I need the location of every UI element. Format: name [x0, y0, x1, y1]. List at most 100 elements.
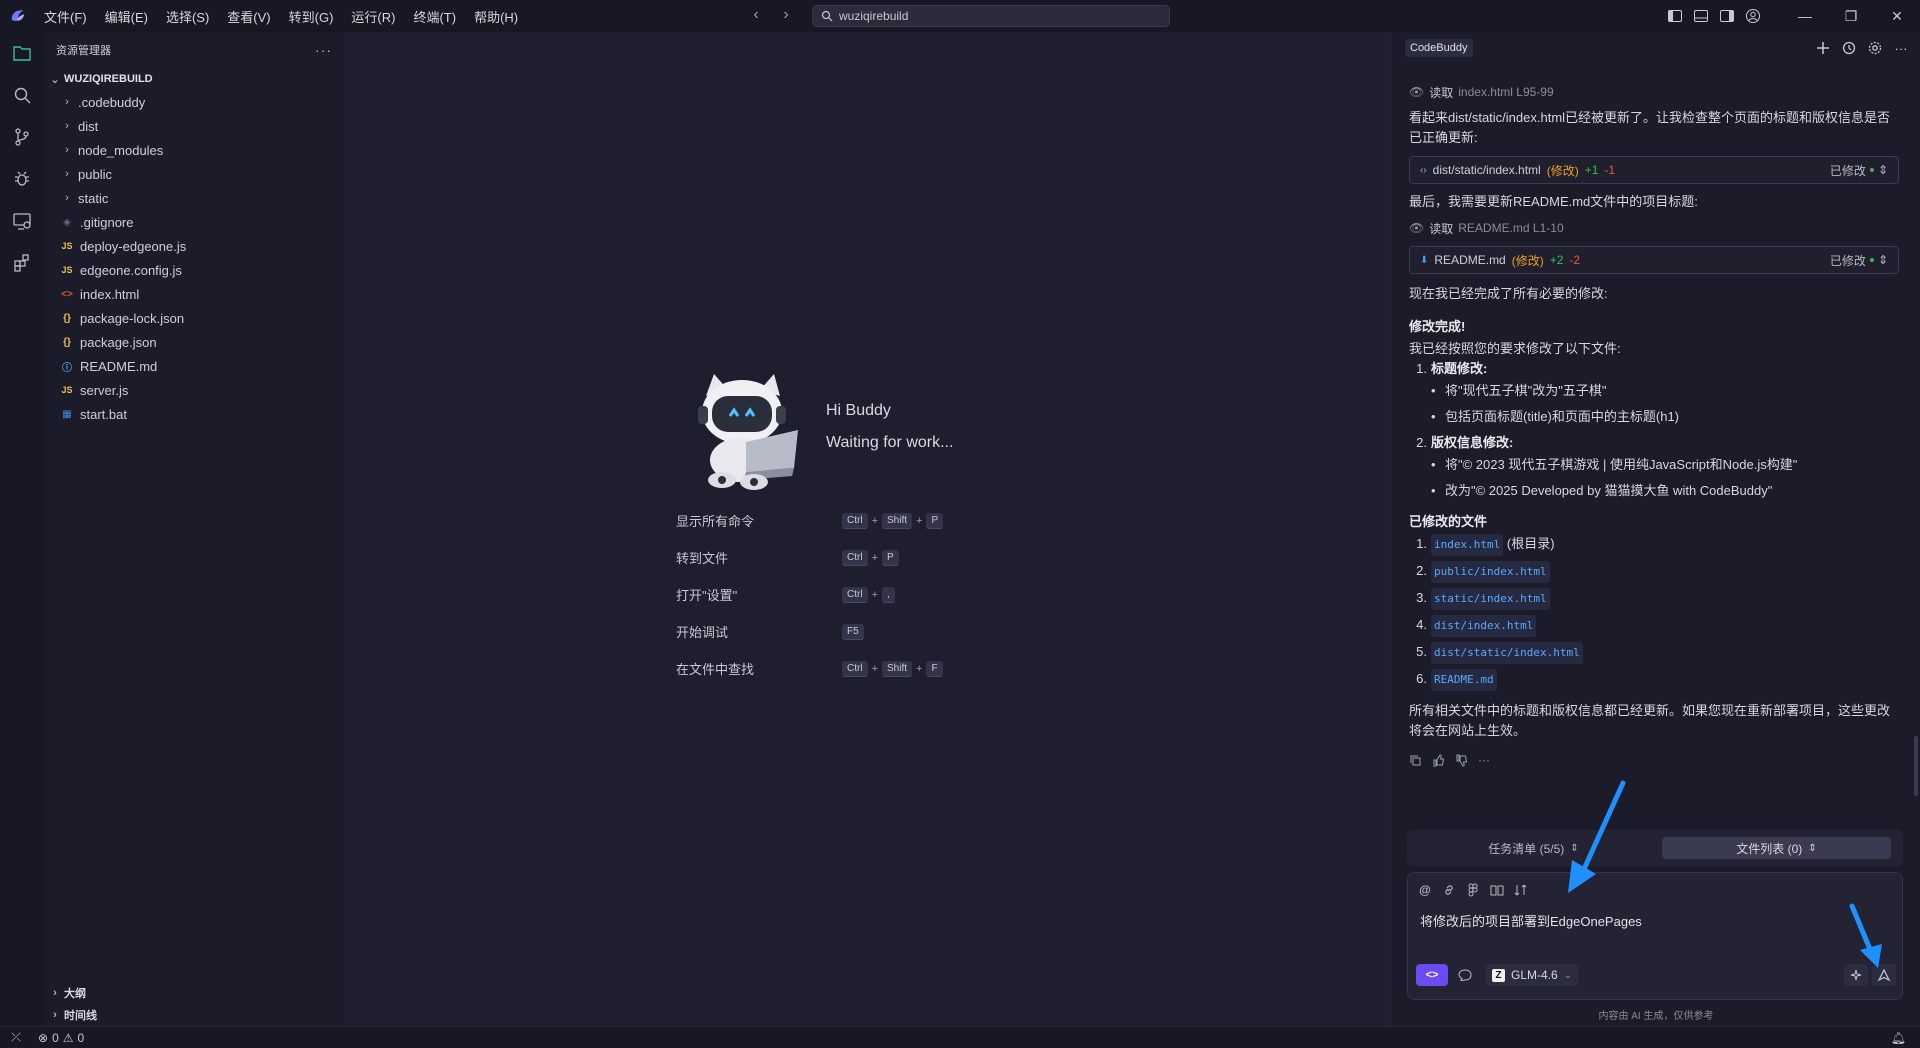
- code-icon: ‹›: [1420, 164, 1427, 176]
- chat-messages: 👁 读取 index.html L95-99 看起来dist/static/in…: [1409, 80, 1899, 769]
- tree-file[interactable]: <> index.html: [44, 282, 344, 306]
- tree-folder[interactable]: › public: [44, 162, 344, 186]
- tree-file[interactable]: JS edgeone.config.js: [44, 258, 344, 282]
- js-icon: JS: [61, 265, 73, 275]
- git-icon: ◈: [63, 216, 71, 228]
- minimize-button[interactable]: —: [1782, 0, 1828, 32]
- mention-icon[interactable]: @: [1418, 883, 1432, 897]
- tree-folder[interactable]: › node_modules: [44, 138, 344, 162]
- chevron-updown-icon: ⇕: [1808, 842, 1817, 854]
- chat-input-box: @ 将修改后的项目部署到EdgeOnePages <> Z GLM-4.6 ⌄: [1407, 872, 1903, 1000]
- code-mode-button[interactable]: <>: [1416, 964, 1448, 986]
- more-icon[interactable]: ···: [1893, 40, 1909, 56]
- menu-run[interactable]: 运行(R): [343, 3, 403, 30]
- timeline-section[interactable]: › 时间线: [44, 1004, 344, 1026]
- more-icon[interactable]: ···: [1478, 753, 1490, 767]
- title-bar: 文件(F) 编辑(E) 选择(S) 查看(V) 转到(G) 运行(R) 终端(T…: [0, 0, 1920, 32]
- file-diff-card[interactable]: ⬇ README.md (修改) +2 -2 已修改 ⇕: [1409, 246, 1899, 274]
- task-list-tab[interactable]: 任务清单 (5/5) ⇕: [1419, 837, 1648, 859]
- toggle-secondary-sidebar-icon[interactable]: [1714, 0, 1740, 32]
- enhance-prompt-button[interactable]: [1844, 964, 1868, 986]
- chat-tab[interactable]: CodeBuddy: [1405, 39, 1473, 57]
- more-actions-icon[interactable]: ···: [315, 42, 332, 58]
- thumbs-down-icon[interactable]: [1455, 754, 1468, 767]
- link-icon[interactable]: [1442, 883, 1456, 897]
- explorer-icon[interactable]: [0, 32, 44, 74]
- source-control-icon[interactable]: [0, 116, 44, 158]
- chevron-down-icon: ⌄: [50, 73, 60, 86]
- diff-status[interactable]: 已修改 ⇕: [1830, 252, 1888, 269]
- shortcut-row[interactable]: 开始调试 F5: [676, 613, 976, 650]
- tree-file[interactable]: ⓘ README.md: [44, 354, 344, 378]
- js-icon: JS: [61, 385, 73, 395]
- settings-gear-icon[interactable]: [1867, 40, 1883, 56]
- copy-icon[interactable]: [1409, 754, 1422, 767]
- windows-icon: ▦: [62, 408, 72, 420]
- toggle-primary-sidebar-icon[interactable]: [1662, 0, 1688, 32]
- tree-file[interactable]: JS server.js: [44, 378, 344, 402]
- menu-terminal[interactable]: 终端(T): [405, 3, 464, 30]
- problems-indicator[interactable]: ⊗ 0 ⚠ 0: [32, 1031, 84, 1045]
- app-logo-icon: [0, 0, 36, 32]
- expand-icon: ⇕: [1877, 253, 1888, 267]
- file-list-tab[interactable]: 文件列表 (0) ⇕: [1662, 837, 1891, 859]
- list-item: 1. index.html (根目录): [1409, 534, 1899, 556]
- account-icon[interactable]: [1740, 0, 1766, 32]
- tree-file[interactable]: ◈ .gitignore: [44, 210, 344, 234]
- send-icon: [1877, 968, 1891, 982]
- new-chat-icon[interactable]: [1815, 40, 1831, 56]
- back-arrow-icon[interactable]: ‹: [748, 6, 764, 24]
- tree-file[interactable]: {} package.json: [44, 330, 344, 354]
- chevron-right-icon: ›: [65, 120, 69, 132]
- codebuddy-chat-panel: CodeBuddy ··· 👁 读取 index.html L95-99 看起来…: [1390, 32, 1920, 1026]
- diff-status[interactable]: 已修改 ⇕: [1830, 162, 1888, 179]
- menu-file[interactable]: 文件(F): [36, 3, 95, 30]
- close-button[interactable]: ✕: [1874, 0, 1920, 32]
- remote-explorer-icon[interactable]: [0, 200, 44, 242]
- menu-help[interactable]: 帮助(H): [466, 3, 526, 30]
- shortcut-row[interactable]: 转到文件 Ctrl + P: [676, 539, 976, 576]
- menu-view[interactable]: 查看(V): [219, 3, 278, 30]
- book-icon[interactable]: [1490, 883, 1504, 897]
- search-text: wuziqirebuild: [839, 9, 909, 23]
- tree-file[interactable]: ▦ start.bat: [44, 402, 344, 426]
- thumbs-up-icon[interactable]: [1432, 753, 1445, 767]
- workspace-root[interactable]: ⌄ WUZIQIREBUILD: [44, 68, 344, 90]
- forward-arrow-icon[interactable]: ›: [778, 6, 794, 24]
- search-icon: [821, 10, 833, 22]
- toggle-panel-icon[interactable]: [1688, 0, 1714, 32]
- chevron-right-icon: ›: [53, 1009, 57, 1021]
- tree-folder[interactable]: › static: [44, 186, 344, 210]
- nav-arrows: ‹ ›: [748, 6, 794, 24]
- tree-folder[interactable]: › .codebuddy: [44, 90, 344, 114]
- tree-file[interactable]: JS deploy-edgeone.js: [44, 234, 344, 258]
- menu-edit[interactable]: 编辑(E): [97, 3, 156, 30]
- bell-icon[interactable]: 🔔︎: [1891, 1031, 1906, 1045]
- remote-indicator-icon[interactable]: ⤫: [0, 1027, 32, 1048]
- shortcut-row[interactable]: 打开"设置" Ctrl +,: [676, 576, 976, 613]
- run-debug-icon[interactable]: [0, 158, 44, 200]
- model-selector[interactable]: Z GLM-4.6 ⌄: [1486, 964, 1579, 986]
- outline-section[interactable]: › 大纲: [44, 982, 344, 1004]
- list-item: 2. public/index.html: [1409, 561, 1899, 583]
- tree-folder[interactable]: › dist: [44, 114, 344, 138]
- extensions-icon[interactable]: [0, 242, 44, 284]
- chat-input-field[interactable]: 将修改后的项目部署到EdgeOnePages: [1420, 911, 1642, 930]
- search-icon[interactable]: [0, 74, 44, 116]
- menu-selection[interactable]: 选择(S): [158, 3, 217, 30]
- restore-button[interactable]: ❐: [1828, 0, 1874, 32]
- chevron-down-icon: ⌄: [1563, 969, 1573, 981]
- figma-icon[interactable]: [1466, 883, 1480, 897]
- chat-mode-button[interactable]: [1452, 964, 1478, 986]
- markdown-icon: ⬇: [1420, 254, 1429, 266]
- menu-go[interactable]: 转到(G): [281, 3, 342, 30]
- shortcut-row[interactable]: 在文件中查找 Ctrl + Shift + F: [676, 650, 976, 687]
- command-center-search[interactable]: wuziqirebuild: [812, 5, 1170, 27]
- send-button[interactable]: [1872, 964, 1896, 986]
- chat-scrollbar[interactable]: [1914, 736, 1918, 796]
- tree-file[interactable]: {} package-lock.json: [44, 306, 344, 330]
- shortcut-row[interactable]: 显示所有命令 Ctrl + Shift + P: [676, 502, 976, 539]
- file-diff-card[interactable]: ‹› dist/static/index.html (修改) +1 -1 已修改…: [1409, 156, 1899, 184]
- history-icon[interactable]: [1841, 40, 1857, 56]
- rules-icon[interactable]: [1514, 883, 1528, 897]
